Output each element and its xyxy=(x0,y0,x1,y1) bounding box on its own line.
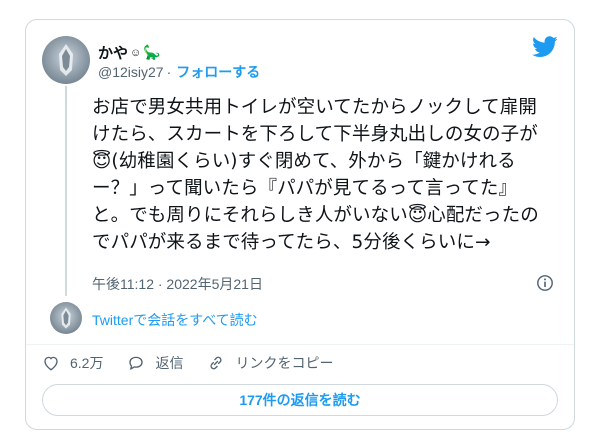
action-bar: 6.2万 返信 リンクをコピー xyxy=(42,353,357,373)
read-replies-label: 177件の返信を読む xyxy=(239,392,361,408)
link-icon xyxy=(210,356,223,370)
read-replies-button[interactable]: 177件の返信を読む xyxy=(42,384,558,416)
divider xyxy=(26,344,574,345)
reply-icon xyxy=(129,356,144,370)
tweet-card: かや ☺ 🦕 @12isiy27 · フォローする お店で男女共用トイレが空いて… xyxy=(25,19,575,430)
info-icon[interactable] xyxy=(536,274,554,292)
avatar[interactable] xyxy=(42,36,90,84)
user-handle[interactable]: @12isiy27 xyxy=(98,64,164,80)
display-name[interactable]: かや xyxy=(98,42,128,63)
like-count: 6.2万 xyxy=(70,355,104,371)
thread-line xyxy=(65,86,67,296)
twitter-bird-icon[interactable] xyxy=(532,36,558,58)
reply-label: 返信 xyxy=(155,355,184,371)
like-button[interactable]: 6.2万 xyxy=(42,353,103,373)
reply-button[interactable]: 返信 xyxy=(127,353,183,373)
heart-icon xyxy=(44,356,58,371)
follow-button[interactable]: フォローする xyxy=(176,62,260,82)
copy-link-button[interactable]: リンクをコピー xyxy=(207,353,333,373)
avatar-small[interactable] xyxy=(50,302,82,334)
copy-link-label: リンクをコピー xyxy=(235,355,334,371)
read-conversation-link[interactable]: Twitterで会話をすべて読む xyxy=(92,310,258,330)
separator-dot: · xyxy=(166,64,172,80)
tweet-text: お店で男女共用トイレが空いてたからノックして扉開けたら、スカートを下ろして下半身… xyxy=(92,97,539,253)
tweet-timestamp[interactable]: 午後11:12 · 2022年5月21日 xyxy=(92,274,263,294)
handle-row: @12isiy27 · フォローする xyxy=(98,62,260,82)
smile-emoji: ☺ xyxy=(130,46,142,59)
dinosaur-emoji: 🦕 xyxy=(143,44,161,60)
user-name-row[interactable]: かや ☺ 🦕 xyxy=(98,42,161,63)
